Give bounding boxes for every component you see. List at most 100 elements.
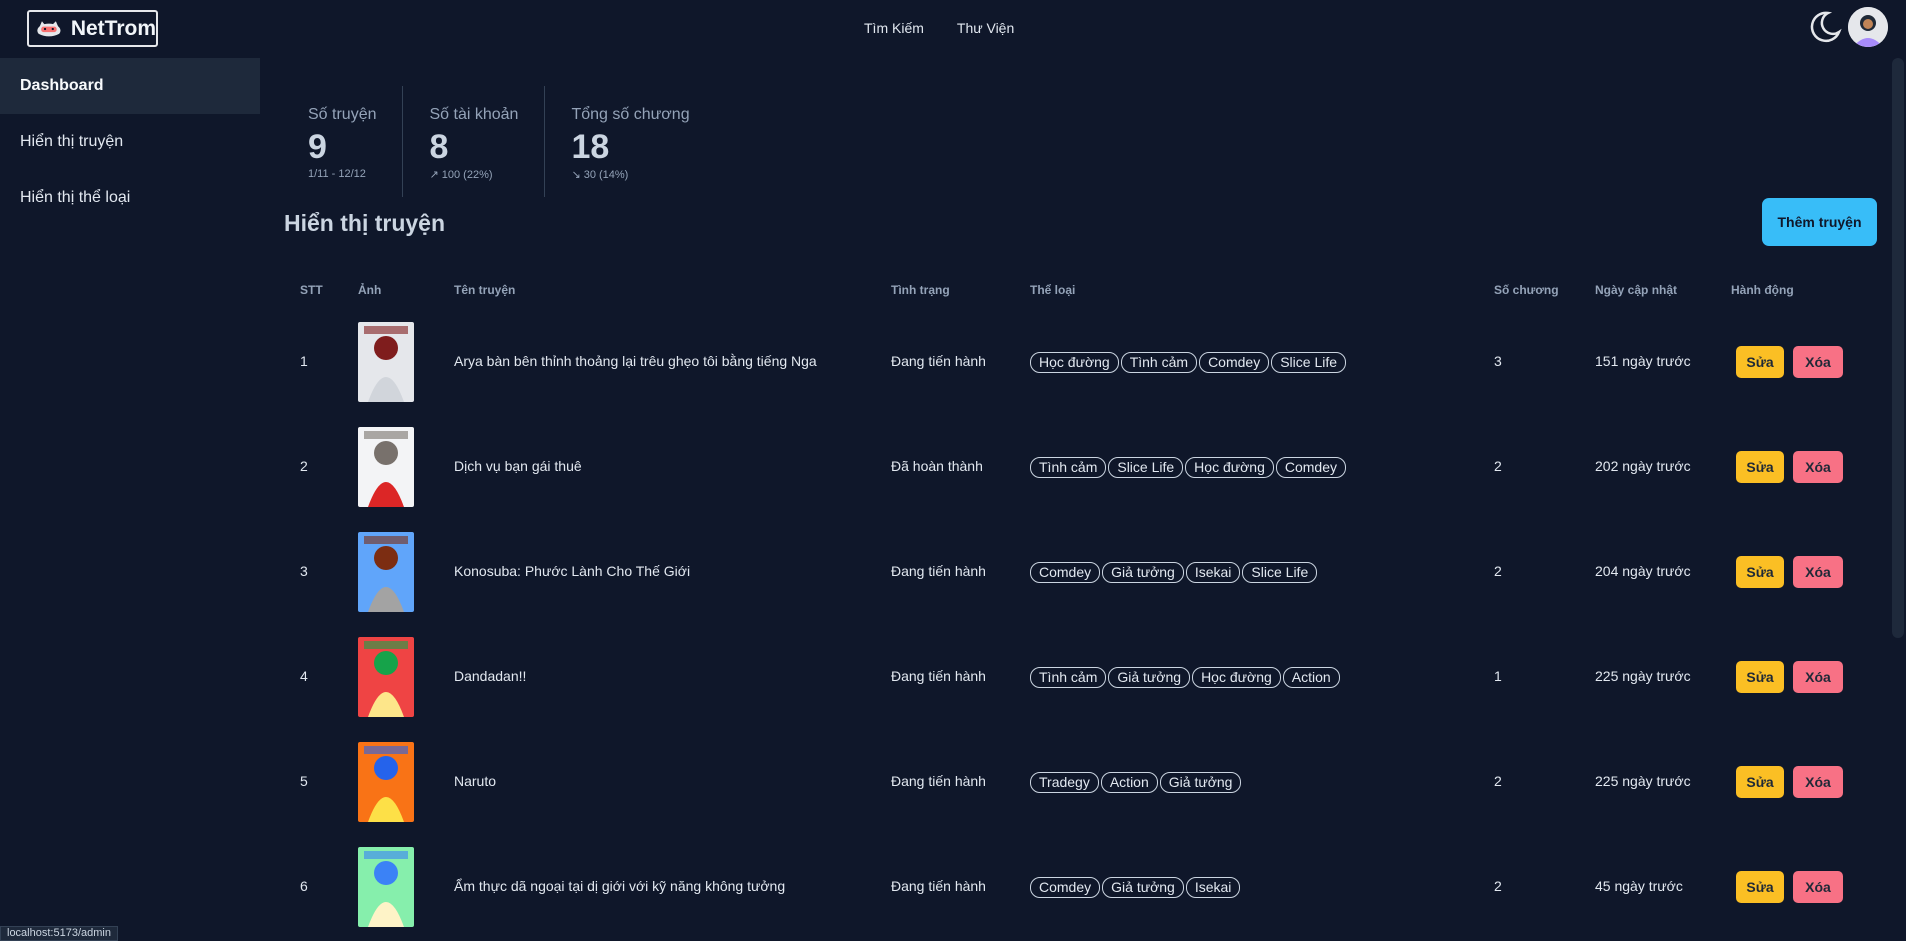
stat-title: Tổng số chương: [571, 106, 690, 123]
row-chapters: 1: [1494, 668, 1502, 684]
moon-icon[interactable]: [1808, 10, 1842, 44]
comic-cover-icon: [358, 322, 414, 402]
brand-name: NetTrom: [70, 16, 156, 40]
table-header: STT Ảnh Tên truyện Tình trạng Thể loại S…: [0, 283, 1906, 299]
header-updated: Ngày cập nhật: [1595, 283, 1678, 297]
delete-button[interactable]: Xóa: [1793, 661, 1843, 693]
header-chapters: Số chương: [1494, 283, 1559, 297]
scrollbar[interactable]: [1892, 58, 1904, 638]
page-title: Hiển thị truyện: [284, 210, 446, 236]
row-updated: 204 ngày trước: [1595, 563, 1691, 579]
row-status: Đang tiến hành: [891, 668, 986, 684]
table-row: 5 Naruto Đang tiến hành Tradegy Action Giả…: [0, 730, 1906, 835]
nav-library-link[interactable]: Thư Viện: [957, 20, 1014, 36]
genre-badge: Tình cảm: [1030, 667, 1107, 688]
genre-badge: Học đường: [1185, 457, 1274, 478]
genre-badge: Slice Life: [1108, 457, 1184, 478]
comic-cover-image: [358, 532, 414, 612]
top-navbar: NetTrom Tìm Kiếm Thư Viện: [0, 0, 1906, 58]
header-actions: Hành động: [1731, 283, 1794, 297]
genre-badge: Giả tưởng: [1102, 562, 1184, 583]
row-stt: 2: [300, 458, 308, 474]
main-nav: Tìm Kiếm Thư Viện: [864, 20, 1014, 36]
comic-cover-icon: [358, 847, 414, 927]
row-stt: 5: [300, 773, 308, 789]
cat-logo-icon: [37, 20, 61, 38]
row-chapters: 2: [1494, 878, 1502, 894]
edit-button[interactable]: Sửa: [1736, 766, 1784, 798]
status-bar-url: localhost:5173/admin: [0, 926, 118, 941]
row-status: Đang tiến hành: [891, 353, 986, 369]
edit-button[interactable]: Sửa: [1736, 451, 1784, 483]
genre-badge: Isekai: [1185, 562, 1241, 583]
comic-cover-icon: [358, 427, 414, 507]
stat-chapters: Tổng số chương 18 ↘︎ 30 (14%): [545, 86, 715, 197]
genre-badge: Học đường: [1030, 352, 1119, 373]
edit-button[interactable]: Sửa: [1736, 556, 1784, 588]
genre-badge: Action: [1282, 667, 1340, 688]
comic-cover-image: [358, 742, 414, 822]
delete-button[interactable]: Xóa: [1793, 766, 1843, 798]
row-name: Konosuba: Phước Lành Cho Thế Giới: [454, 563, 691, 579]
stat-value: 18: [571, 128, 610, 166]
stat-comics: Số truyện 9 1/11 - 12/12: [290, 86, 404, 197]
delete-button[interactable]: Xóa: [1793, 451, 1843, 483]
table-row: 3 Konosuba: Phước Lành Cho Thế Giới Đang…: [0, 520, 1906, 625]
row-chapters: 2: [1494, 773, 1502, 789]
genre-badge: Comdey: [1030, 877, 1101, 898]
stat-value: 9: [308, 128, 327, 166]
stats-panel: Số truyện 9 1/11 - 12/12 Số tài khoản 8 …: [290, 86, 716, 197]
row-updated: 225 ngày trước: [1595, 773, 1691, 789]
delete-button[interactable]: Xóa: [1793, 346, 1843, 378]
edit-button[interactable]: Sửa: [1736, 346, 1784, 378]
row-stt: 6: [300, 878, 308, 894]
stat-accounts: Số tài khoản 8 ↗︎ 100 (22%): [403, 86, 546, 197]
sidebar-item-show-comics[interactable]: Hiển thị truyện: [0, 114, 260, 170]
row-stt: 4: [300, 668, 308, 684]
comic-cover-image: [358, 847, 414, 927]
row-chapters: 2: [1494, 458, 1502, 474]
comic-cover-image: [358, 322, 414, 402]
genre-badge: Giả tưởng: [1102, 877, 1184, 898]
comic-cover-icon: [358, 742, 414, 822]
header-image: Ảnh: [358, 283, 382, 297]
delete-button[interactable]: Xóa: [1793, 871, 1843, 903]
row-name: Arya bàn bên thỉnh thoảng lại trêu ghẹo …: [454, 353, 817, 369]
comic-cover-icon: [358, 637, 414, 717]
add-comic-button[interactable]: Thêm truyện: [1762, 198, 1877, 246]
row-updated: 225 ngày trước: [1595, 668, 1691, 684]
genre-badge: Action: [1100, 772, 1158, 793]
row-status: Đang tiến hành: [891, 773, 986, 789]
genre-badge: Comdey: [1199, 352, 1270, 373]
row-chapters: 3: [1494, 353, 1502, 369]
comic-cover-image: [358, 427, 414, 507]
row-name: Ẩm thực dã ngoại tại dị giới với kỹ năng…: [454, 878, 786, 894]
genre-badge: Học đường: [1192, 667, 1281, 688]
nav-search-link[interactable]: Tìm Kiếm: [864, 20, 924, 36]
header-stt: STT: [300, 283, 323, 297]
genre-badge: Giả tưởng: [1159, 772, 1242, 793]
row-genres: Comdey Giả tưởng Isekai Slice Life: [1030, 562, 1318, 583]
row-updated: 45 ngày trước: [1595, 878, 1683, 894]
row-updated: 202 ngày trước: [1595, 458, 1691, 474]
table-row: 1 Arya bàn bên thỉnh thoảng lại trêu ghẹ…: [0, 310, 1906, 415]
row-genres: Comdey Giả tưởng Isekai: [1030, 877, 1241, 898]
delete-button[interactable]: Xóa: [1793, 556, 1843, 588]
row-status: Đang tiến hành: [891, 563, 986, 579]
comic-cover-icon: [358, 532, 414, 612]
edit-button[interactable]: Sửa: [1736, 661, 1784, 693]
genre-badge: Slice Life: [1271, 352, 1347, 373]
stat-desc: ↗︎ 100 (22%): [429, 169, 493, 181]
genre-badge: Slice Life: [1242, 562, 1318, 583]
edit-button[interactable]: Sửa: [1736, 871, 1784, 903]
genre-badge: Tình cảm: [1120, 352, 1198, 373]
sidebar-item-show-genres[interactable]: Hiển thị thể loại: [0, 170, 260, 226]
avatar[interactable]: [1848, 7, 1888, 47]
table-row: 6 Ẩm thực dã ngoại tại dị giới với kỹ nă…: [0, 835, 1906, 940]
sidebar-item-dashboard[interactable]: Dashboard: [0, 58, 260, 114]
stat-desc: ↘︎ 30 (14%): [571, 169, 629, 181]
row-updated: 151 ngày trước: [1595, 353, 1691, 369]
row-name: Dandadan!!: [454, 668, 527, 684]
brand-logo[interactable]: NetTrom: [27, 10, 158, 47]
header-genres: Thể loại: [1030, 283, 1076, 297]
